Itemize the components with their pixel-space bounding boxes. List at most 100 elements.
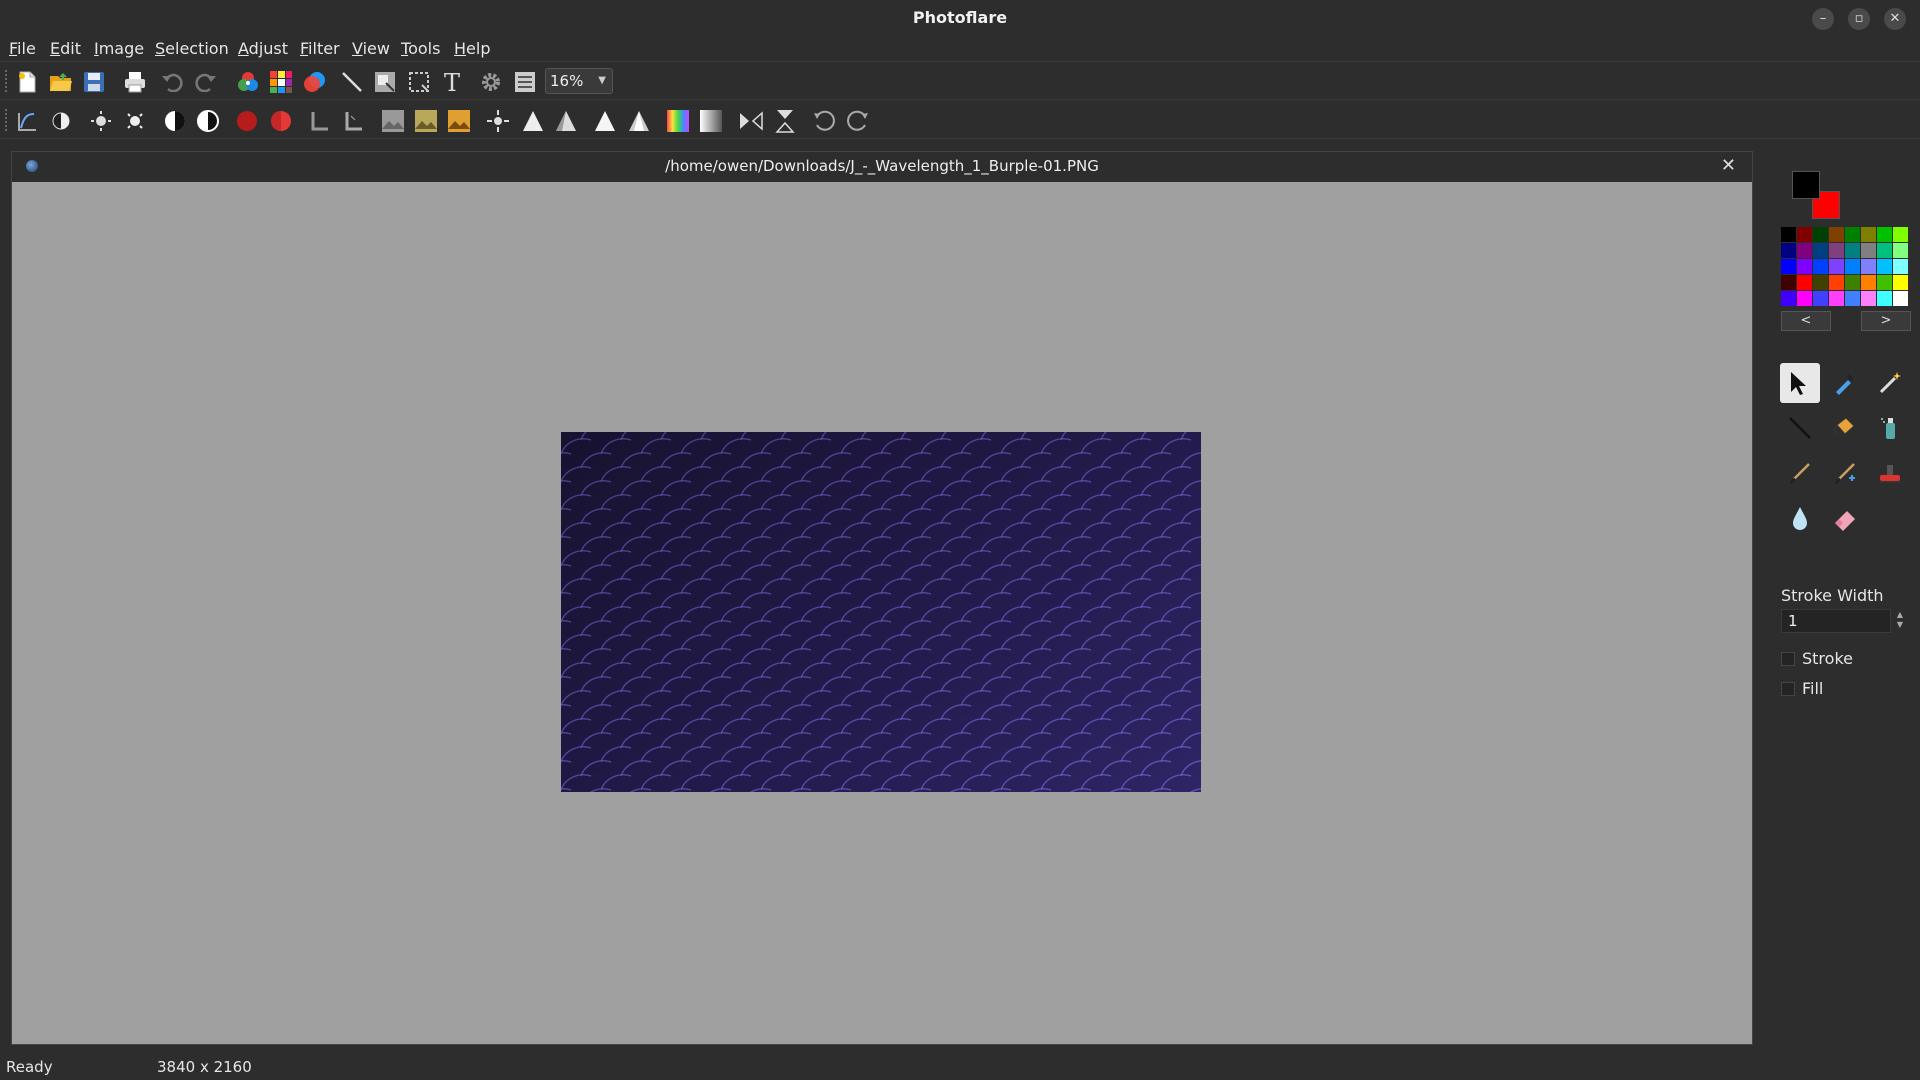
text-tool-icon[interactable]: T: [439, 69, 465, 95]
rotate-cw-icon[interactable]: [845, 108, 871, 134]
canvas-area[interactable]: [12, 182, 1752, 1044]
palette-swatch[interactable]: [1813, 259, 1828, 274]
menu-tools[interactable]: Tools: [401, 39, 440, 58]
color-picker-icon[interactable]: [1825, 363, 1865, 403]
palette-swatch[interactable]: [1829, 275, 1844, 290]
primary-color-swatch[interactable]: [1792, 171, 1820, 199]
palette-swatch[interactable]: [1781, 291, 1796, 306]
palette-swatch[interactable]: [1861, 275, 1876, 290]
line-tool-icon[interactable]: [339, 69, 365, 95]
palette-swatch[interactable]: [1829, 227, 1844, 242]
palette-swatch[interactable]: [1861, 259, 1876, 274]
menu-image[interactable]: Image: [94, 39, 144, 58]
palette-swatch[interactable]: [1893, 259, 1908, 274]
menu-help[interactable]: Help: [454, 39, 490, 58]
menu-filter[interactable]: Filter: [300, 39, 340, 58]
palette-swatch[interactable]: [1893, 275, 1908, 290]
toolbar-grip-2[interactable]: [5, 109, 9, 131]
palette-swatch[interactable]: [1813, 275, 1828, 290]
crop-icon[interactable]: [406, 69, 432, 95]
menu-selection[interactable]: Selection: [155, 39, 229, 58]
palette-swatch[interactable]: [1877, 227, 1892, 242]
palette-swatch[interactable]: [1781, 259, 1796, 274]
levels-up-icon[interactable]: [341, 108, 367, 134]
palette-swatch[interactable]: [1829, 259, 1844, 274]
palette-next-button[interactable]: >: [1861, 311, 1911, 331]
sharpen-more-icon[interactable]: [553, 108, 579, 134]
redo-icon[interactable]: [193, 69, 219, 95]
magic-wand-icon[interactable]: [1870, 363, 1910, 403]
saturation-down-icon[interactable]: [234, 108, 260, 134]
palette-swatch[interactable]: [1877, 291, 1892, 306]
landscape-filter-1-icon[interactable]: [380, 108, 406, 134]
palette-swatch[interactable]: [1797, 291, 1812, 306]
paintbrush-plus-icon[interactable]: [1825, 453, 1865, 493]
palette-swatch[interactable]: [1877, 259, 1892, 274]
palette-swatch[interactable]: [1813, 243, 1828, 258]
color-channels-icon[interactable]: [235, 69, 261, 95]
palette-swatch[interactable]: [1781, 243, 1796, 258]
sharpen-icon[interactable]: [520, 108, 546, 134]
palette-swatch[interactable]: [1813, 291, 1828, 306]
close-window-button[interactable]: ✕: [1884, 8, 1906, 30]
flip-vertical-icon[interactable]: [772, 108, 798, 134]
eraser-icon[interactable]: [1825, 498, 1865, 538]
toolbar-grip[interactable]: [5, 70, 9, 92]
soften-more-icon[interactable]: [626, 108, 652, 134]
rotate-ccw-icon[interactable]: [811, 108, 837, 134]
palette-swatch[interactable]: [1845, 227, 1860, 242]
image-list-icon[interactable]: [512, 69, 538, 95]
stamp-icon[interactable]: [1870, 453, 1910, 493]
menu-view[interactable]: View: [352, 39, 390, 58]
palette-swatch[interactable]: [1893, 243, 1908, 258]
maximize-button[interactable]: ▫: [1848, 8, 1870, 30]
paint-bucket-icon[interactable]: [1825, 408, 1865, 448]
gradient-rainbow-icon[interactable]: [665, 108, 691, 134]
spray-can-icon[interactable]: [1870, 408, 1910, 448]
palette-swatch[interactable]: [1877, 243, 1892, 258]
resize-image-icon[interactable]: [372, 69, 398, 95]
curves-icon[interactable]: [14, 108, 40, 134]
palette-prev-button[interactable]: <: [1781, 311, 1831, 331]
brightness-up-icon[interactable]: [122, 108, 148, 134]
contrast-up-icon[interactable]: [195, 108, 221, 134]
stroke-checkbox[interactable]: [1781, 652, 1795, 666]
explode-icon[interactable]: [485, 108, 511, 134]
palette-swatch[interactable]: [1845, 291, 1860, 306]
open-folder-icon[interactable]: [48, 69, 74, 95]
palette-swatch[interactable]: [1893, 227, 1908, 242]
paintbrush-icon[interactable]: [1780, 453, 1820, 493]
menu-file[interactable]: File: [9, 39, 36, 58]
pointer-icon[interactable]: [1780, 363, 1820, 403]
print-icon[interactable]: [122, 69, 148, 95]
palette-swatch[interactable]: [1861, 243, 1876, 258]
zoom-select[interactable]: 16% ▼: [545, 68, 613, 94]
line-icon[interactable]: [1780, 408, 1820, 448]
fill-checkbox[interactable]: [1781, 682, 1795, 696]
landscape-filter-2-icon[interactable]: [413, 108, 439, 134]
new-file-icon[interactable]: [14, 69, 40, 95]
levels-down-icon[interactable]: [307, 108, 333, 134]
palette-swatch[interactable]: [1797, 275, 1812, 290]
settings-gear-icon[interactable]: [478, 69, 504, 95]
menu-edit[interactable]: Edit: [50, 39, 81, 58]
hue-icon[interactable]: [48, 108, 74, 134]
palette-swatch[interactable]: [1781, 275, 1796, 290]
grayscale-icon[interactable]: [698, 108, 724, 134]
stroke-width-input[interactable]: 1 ▲ ▼: [1781, 609, 1903, 633]
palette-swatch[interactable]: [1813, 227, 1828, 242]
saturation-up-icon[interactable]: [268, 108, 294, 134]
undo-icon[interactable]: [159, 69, 185, 95]
palette-swatch[interactable]: [1861, 291, 1876, 306]
minimize-button[interactable]: –: [1812, 8, 1834, 30]
palette-swatch[interactable]: [1781, 227, 1796, 242]
spin-buttons-icon[interactable]: ▲ ▼: [1893, 610, 1907, 632]
palette-grid-icon[interactable]: [268, 69, 294, 95]
palette-swatch[interactable]: [1797, 259, 1812, 274]
palette-swatch[interactable]: [1845, 259, 1860, 274]
palette-swatch[interactable]: [1877, 275, 1892, 290]
palette-swatch[interactable]: [1861, 227, 1876, 242]
palette-swatch[interactable]: [1829, 243, 1844, 258]
color-balance-icon[interactable]: [302, 69, 328, 95]
close-document-icon[interactable]: ✕: [1721, 155, 1736, 176]
